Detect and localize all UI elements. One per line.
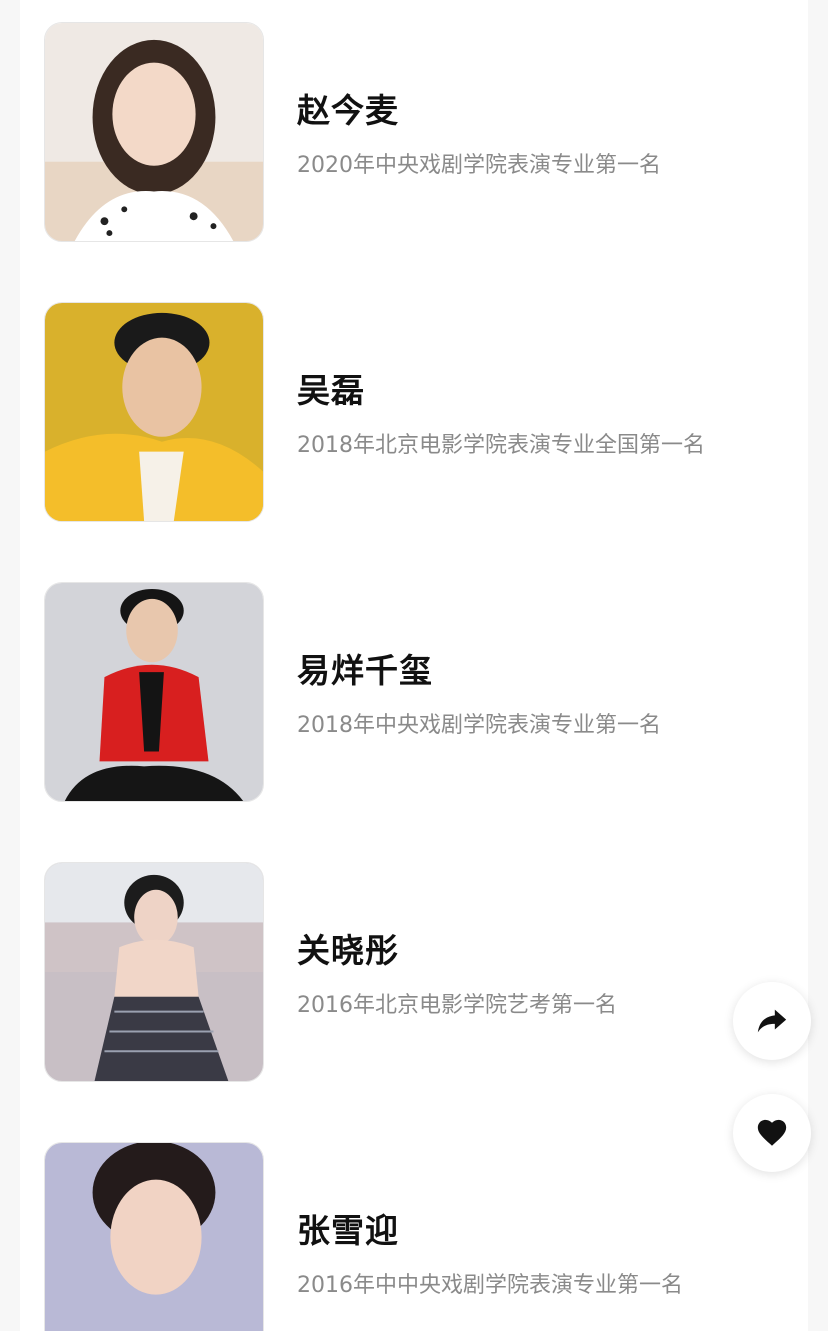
item-description: 2016年北京电影学院艺考第一名 [297,993,617,1018]
list-item[interactable]: 张雪迎 2016年中中央戏剧学院表演专业第一名 [44,1142,784,1331]
portrait-photo [44,1142,264,1331]
share-arrow-icon [757,1009,787,1033]
item-name: 赵今麦 [297,91,399,130]
item-description: 2016年中中央戏剧学院表演专业第一名 [297,1273,683,1298]
page: 赵今麦 2020年中央戏剧学院表演专业第一名 吴磊 2018年北京电影学院表演专… [0,0,828,1331]
list-item[interactable]: 关晓彤 2016年北京电影学院艺考第一名 [44,862,784,1082]
portrait-photo [44,302,264,522]
portrait-photo [44,22,264,242]
item-name: 吴磊 [297,371,365,410]
share-button[interactable] [733,982,811,1060]
list-item[interactable]: 易烊千玺 2018年中央戏剧学院表演专业第一名 [44,582,784,802]
portrait-photo [44,582,264,802]
item-description: 2018年中央戏剧学院表演专业第一名 [297,713,661,738]
item-name: 易烊千玺 [297,651,433,690]
item-description: 2020年中央戏剧学院表演专业第一名 [297,153,661,178]
heart-icon [757,1119,787,1146]
list-item[interactable]: 吴磊 2018年北京电影学院表演专业全国第一名 [44,302,784,522]
item-name: 关晓彤 [297,931,399,970]
item-description: 2018年北京电影学院表演专业全国第一名 [297,433,705,458]
list-item[interactable]: 赵今麦 2020年中央戏剧学院表演专业第一名 [44,22,784,242]
like-button[interactable] [733,1094,811,1172]
portrait-photo [44,862,264,1082]
item-name: 张雪迎 [297,1211,399,1250]
